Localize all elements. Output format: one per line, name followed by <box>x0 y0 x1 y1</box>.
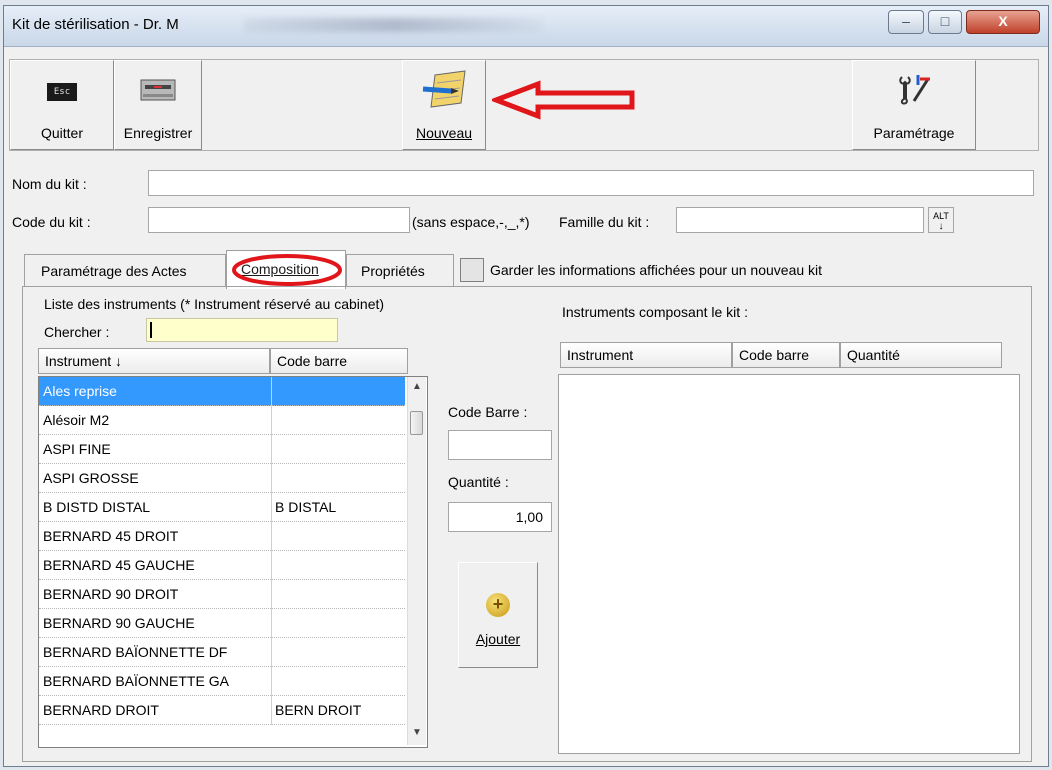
scroll-up-icon[interactable]: ▲ <box>412 381 422 392</box>
save-button[interactable]: Enregistrer <box>114 60 202 150</box>
notepad-pen-icon <box>421 69 467 112</box>
settings-button[interactable]: Paramétrage <box>852 60 976 150</box>
list-item[interactable]: BERNARD DROIT BERN DROIT <box>39 696 405 725</box>
window-title: Kit de stérilisation - Dr. M <box>12 16 179 33</box>
text-cursor <box>150 322 152 338</box>
column-header-kit-quantity[interactable]: Quantité <box>840 342 1002 368</box>
instrument-list-title: Liste des instruments (* Instrument rése… <box>44 296 385 312</box>
list-item[interactable]: BERNARD 90 DROIT <box>39 580 405 609</box>
tab-acts[interactable]: Paramétrage des Actes <box>24 254 226 287</box>
list-item[interactable]: BERNARD BAÏONNETTE DF <box>39 638 405 667</box>
kit-name-input[interactable] <box>148 170 1034 196</box>
kit-code-label: Code du kit : <box>12 214 91 230</box>
add-label: Ajouter <box>475 631 521 647</box>
keep-info-checkbox[interactable] <box>460 258 484 282</box>
close-button[interactable]: X <box>966 10 1040 34</box>
scroll-thumb[interactable] <box>410 411 423 435</box>
list-item[interactable]: BERNARD 45 DROIT <box>39 522 405 551</box>
list-item[interactable]: ASPI GROSSE <box>39 464 405 493</box>
column-header-kit-barcode[interactable]: Code barre <box>732 342 840 368</box>
title-bar[interactable]: Kit de stérilisation - Dr. M – □ X <box>4 6 1048 47</box>
tab-properties[interactable]: Propriétés <box>346 254 454 287</box>
settings-label: Paramétrage <box>873 125 955 141</box>
annotation-arrow <box>492 80 635 120</box>
list-item[interactable]: BERNARD BAÏONNETTE GA <box>39 667 405 696</box>
keep-info-label: Garder les informations affichées pour u… <box>490 262 823 278</box>
kit-instruments-list[interactable] <box>558 374 1020 754</box>
quantity-input[interactable]: 1,00 <box>448 502 552 532</box>
family-input[interactable] <box>676 207 924 233</box>
search-input[interactable] <box>146 318 338 342</box>
quit-button[interactable]: Esc Quitter <box>10 60 114 150</box>
column-header-instrument[interactable]: Instrument ↓ <box>38 348 270 374</box>
redacted-title-area <box>244 18 544 32</box>
search-label: Chercher : <box>44 324 110 340</box>
alt-key-icon: ALT <box>933 211 949 221</box>
list-item[interactable]: BERNARD 90 GAUCHE <box>39 609 405 638</box>
add-plus-icon: + <box>486 593 510 617</box>
app-window: Kit de stérilisation - Dr. M – □ X Esc Q… <box>3 5 1049 767</box>
tools-icon <box>894 73 934 108</box>
kit-instruments-title: Instruments composant le kit : <box>562 304 748 320</box>
list-scrollbar[interactable]: ▲ ▼ <box>407 377 426 745</box>
maximize-button[interactable]: □ <box>928 10 962 34</box>
save-drive-icon <box>140 77 176 106</box>
new-label: Nouveau <box>415 125 473 141</box>
list-item[interactable]: Ales reprise <box>39 377 405 406</box>
new-button[interactable]: Nouveau <box>402 60 486 150</box>
family-label: Famille du kit : <box>559 214 650 230</box>
close-icon: X <box>998 13 1008 29</box>
kit-code-hint: (sans espace,-,_,*) <box>412 214 530 230</box>
minimize-icon: – <box>902 13 910 29</box>
scroll-down-icon[interactable]: ▼ <box>412 727 422 738</box>
tab-composition[interactable]: Composition <box>226 250 346 289</box>
quantity-label: Quantité : <box>448 474 509 490</box>
barcode-input[interactable] <box>448 430 552 460</box>
minimize-button[interactable]: – <box>888 10 924 34</box>
list-item[interactable]: Alésoir M2 <box>39 406 405 435</box>
maximize-icon: □ <box>940 13 950 29</box>
kit-code-input[interactable] <box>148 207 410 233</box>
column-header-kit-instrument[interactable]: Instrument <box>560 342 732 368</box>
barcode-label: Code Barre : <box>448 404 528 420</box>
instrument-list[interactable]: Ales reprise Alésoir M2 ASPI FINE ASPI G… <box>38 376 428 748</box>
quit-label: Quitter <box>40 125 83 141</box>
kit-name-label: Nom du kit : <box>12 176 87 192</box>
list-item[interactable]: ASPI FINE <box>39 435 405 464</box>
escape-key-icon: Esc <box>47 83 77 101</box>
list-item[interactable]: BERNARD 45 GAUCHE <box>39 551 405 580</box>
tab-properties-label: Propriétés <box>361 263 425 279</box>
annotation-circle <box>232 254 342 286</box>
family-alt-button[interactable]: ALT ↓ <box>928 207 954 233</box>
add-button[interactable]: + Ajouter <box>458 562 538 668</box>
column-header-barcode[interactable]: Code barre <box>270 348 408 374</box>
save-label: Enregistrer <box>123 125 193 141</box>
list-item[interactable]: B DISTD DISTAL B DISTAL <box>39 493 405 522</box>
tab-acts-label: Paramétrage des Actes <box>41 263 187 279</box>
